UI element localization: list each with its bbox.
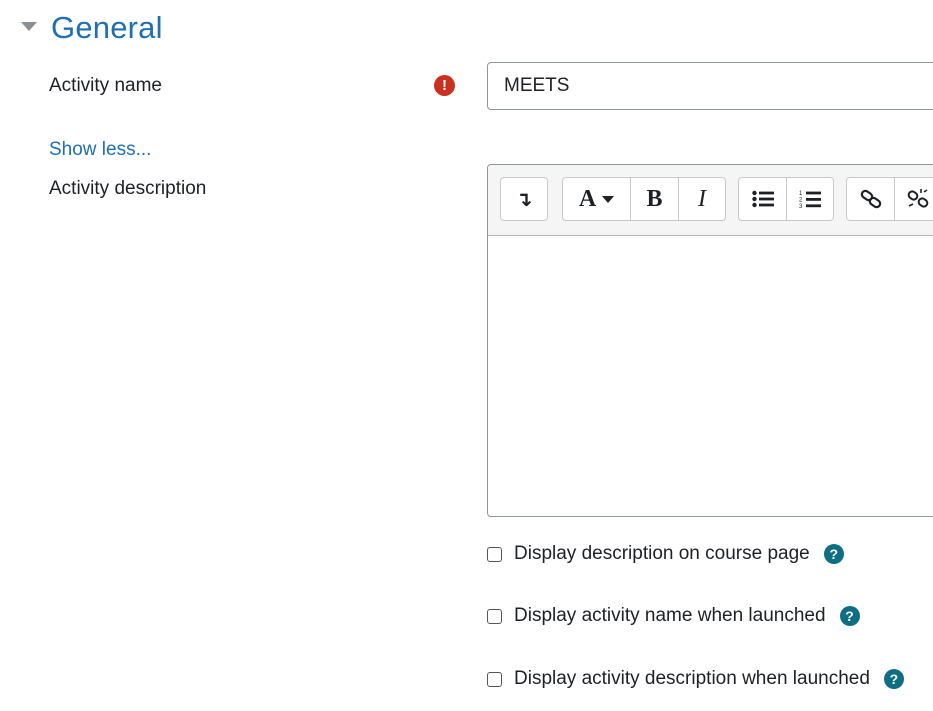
- toolbar-group-lists: 1 2 3: [738, 177, 834, 221]
- required-icon: !: [434, 75, 455, 96]
- activity-name-input[interactable]: [487, 62, 933, 110]
- svg-text:1: 1: [799, 191, 803, 197]
- bullet-list-icon: [751, 190, 774, 208]
- chevron-down-icon: [602, 195, 615, 203]
- numbered-list-icon: 1 2 3: [799, 191, 821, 209]
- editor-content-area[interactable]: [488, 236, 933, 518]
- section-title: General: [51, 10, 163, 45]
- display-activity-description-checkbox[interactable]: [487, 671, 502, 687]
- help-icon[interactable]: ?: [823, 544, 844, 564]
- unordered-list-button[interactable]: [739, 178, 787, 220]
- activity-name-label: Activity name: [49, 75, 162, 96]
- link-button[interactable]: [847, 178, 895, 220]
- show-less-link[interactable]: Show less...: [49, 139, 151, 161]
- bold-button[interactable]: B: [631, 178, 679, 220]
- display-activity-description-label: Display activity description when launch…: [514, 668, 870, 689]
- toolbar-group-links: [846, 177, 933, 221]
- svg-text:3: 3: [799, 204, 803, 209]
- arrow-down-icon: ↴: [515, 188, 533, 211]
- display-description-row: Display description on course page ?: [487, 543, 844, 565]
- italic-icon: I: [698, 185, 706, 212]
- toolbar-group-style: A B I: [562, 177, 726, 221]
- description-editor: ↴ A B I 1 2 3: [487, 164, 933, 517]
- toolbar-group-toggle: ↴: [500, 177, 548, 221]
- editor-toolbar: ↴ A B I 1 2 3: [488, 165, 933, 236]
- italic-button[interactable]: I: [679, 178, 725, 220]
- toolbar-toggle-button[interactable]: ↴: [501, 178, 547, 220]
- help-icon[interactable]: ?: [883, 669, 904, 689]
- display-name-row: Display activity name when launched ?: [487, 605, 860, 627]
- display-name-label: Display activity name when launched: [514, 605, 826, 626]
- settings-page: General Activity name ! Show less... Act…: [0, 0, 933, 711]
- bold-icon: B: [646, 185, 663, 212]
- general-section-header[interactable]: General: [18, 6, 163, 50]
- display-description-label: Display description on course page: [514, 543, 810, 564]
- collapse-caret-icon[interactable]: [21, 21, 37, 31]
- unlink-button[interactable]: [895, 178, 933, 220]
- ordered-list-button[interactable]: 1 2 3: [787, 178, 833, 220]
- font-style-button[interactable]: A: [563, 178, 631, 220]
- unlink-icon: [907, 189, 929, 208]
- display-name-checkbox[interactable]: [487, 608, 502, 624]
- activity-description-label: Activity description: [49, 178, 207, 199]
- display-description-checkbox[interactable]: [487, 546, 502, 562]
- font-icon: A: [578, 185, 597, 212]
- svg-text:2: 2: [799, 198, 803, 204]
- link-icon: [860, 189, 881, 209]
- display-activity-description-row: Display activity description when launch…: [487, 668, 904, 690]
- help-icon[interactable]: ?: [839, 606, 860, 626]
